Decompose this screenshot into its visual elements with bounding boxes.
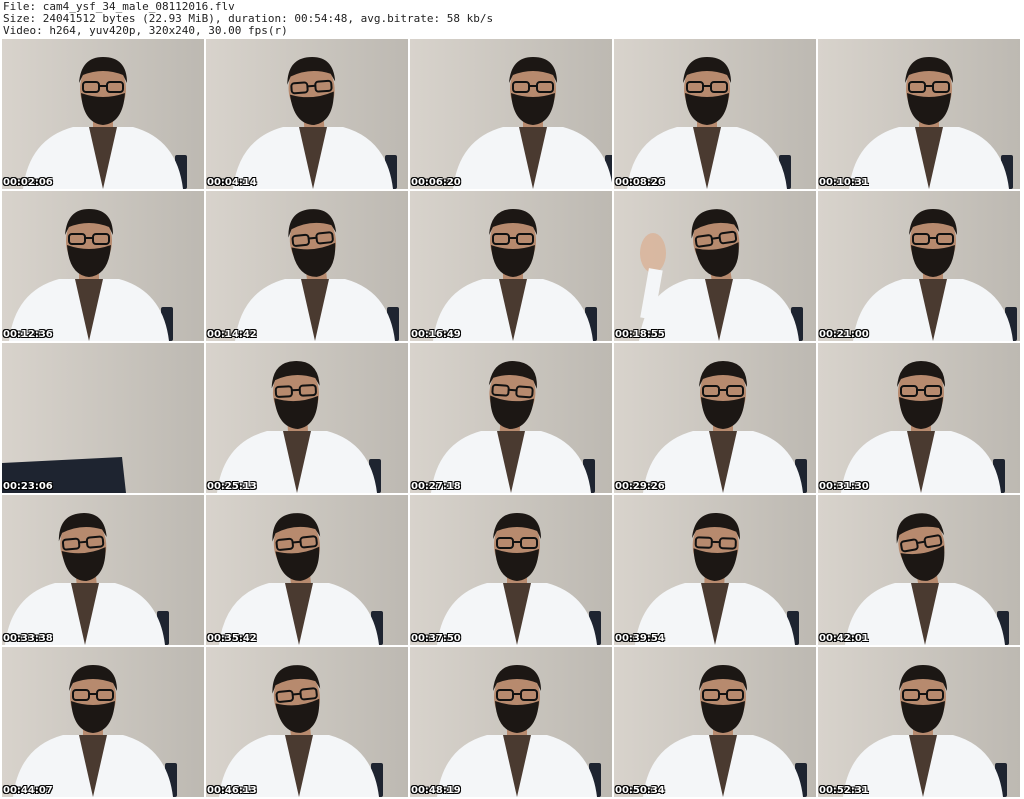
frame-image xyxy=(206,343,408,493)
timestamp-label: 00:21:00 xyxy=(819,329,869,340)
frame-image xyxy=(818,191,1020,341)
thumbnail-grid: 00:02:06 00:04:14 00:06:20 00:08:26 00:10:31… xyxy=(2,39,1024,799)
timestamp-label: 00:44:07 xyxy=(3,785,53,796)
timestamp-label: 00:29:26 xyxy=(615,481,665,492)
thumbnail-frame: 00:12:36 xyxy=(2,191,204,341)
frame-image xyxy=(2,647,204,797)
frame-image xyxy=(818,647,1020,797)
timestamp-label: 00:50:34 xyxy=(615,785,665,796)
frame-image xyxy=(206,647,408,797)
frame-image xyxy=(410,495,612,645)
thumbnail-frame: 00:21:00 xyxy=(818,191,1020,341)
thumbnail-frame: 00:42:01 xyxy=(818,495,1020,645)
timestamp-label: 00:33:38 xyxy=(3,633,53,644)
timestamp-label: 00:04:14 xyxy=(207,177,257,188)
thumbnail-frame: 00:52:31 xyxy=(818,647,1020,797)
frame-image xyxy=(818,495,1020,645)
frame-image xyxy=(614,343,816,493)
thumbnail-frame: 00:10:31 xyxy=(818,39,1020,189)
timestamp-label: 00:37:50 xyxy=(411,633,461,644)
frame-image xyxy=(614,39,816,189)
thumbnail-frame: 00:02:06 xyxy=(2,39,204,189)
thumbnail-frame: 00:14:42 xyxy=(206,191,408,341)
frame-image xyxy=(614,495,816,645)
frame-image xyxy=(206,495,408,645)
thumbnail-frame: 00:18:55 xyxy=(614,191,816,341)
thumbnail-frame: 00:39:54 xyxy=(614,495,816,645)
thumbnail-frame: 00:25:13 xyxy=(206,343,408,493)
timestamp-label: 00:48:19 xyxy=(411,785,461,796)
timestamp-label: 00:10:31 xyxy=(819,177,869,188)
thumbnail-frame: 00:50:34 xyxy=(614,647,816,797)
timestamp-label: 00:25:13 xyxy=(207,481,257,492)
timestamp-label: 00:16:49 xyxy=(411,329,461,340)
thumbnail-frame: 00:46:13 xyxy=(206,647,408,797)
frame-image xyxy=(410,191,612,341)
frame-image xyxy=(410,343,612,493)
frame-image xyxy=(2,39,204,189)
timestamp-label: 00:35:42 xyxy=(207,633,257,644)
thumbnail-frame: 00:44:07 xyxy=(2,647,204,797)
thumbnail-frame: 00:31:30 xyxy=(818,343,1020,493)
file-info-header: File: cam4_ysf_34_male_08112016.flv Size… xyxy=(0,0,1024,38)
timestamp-label: 00:39:54 xyxy=(615,633,665,644)
thumbnail-frame: 00:33:38 xyxy=(2,495,204,645)
timestamp-label: 00:14:42 xyxy=(207,329,257,340)
frame-image xyxy=(818,39,1020,189)
timestamp-label: 00:31:30 xyxy=(819,481,869,492)
thumbnail-frame: 00:08:26 xyxy=(614,39,816,189)
frame-image xyxy=(410,647,612,797)
frame-image xyxy=(206,191,408,341)
timestamp-label: 00:02:06 xyxy=(3,177,53,188)
timestamp-label: 00:12:36 xyxy=(3,329,53,340)
thumbnail-frame: 00:48:19 xyxy=(410,647,612,797)
timestamp-label: 00:42:01 xyxy=(819,633,869,644)
frame-image xyxy=(818,343,1020,493)
timestamp-label: 00:06:20 xyxy=(411,177,461,188)
timestamp-label: 00:46:13 xyxy=(207,785,257,796)
video-info-line: Video: h264, yuv420p, 320x240, 30.00 fps… xyxy=(3,24,288,37)
frame-image xyxy=(614,647,816,797)
timestamp-label: 00:27:18 xyxy=(411,481,461,492)
thumbnail-frame: 00:29:26 xyxy=(614,343,816,493)
timestamp-label: 00:52:31 xyxy=(819,785,869,796)
thumbnail-frame: 00:35:42 xyxy=(206,495,408,645)
thumbnail-frame: 00:16:49 xyxy=(410,191,612,341)
frame-image xyxy=(410,39,612,189)
frame-image xyxy=(2,191,204,341)
timestamp-label: 00:23:06 xyxy=(3,481,53,492)
timestamp-label: 00:08:26 xyxy=(615,177,665,188)
thumbnail-frame: 00:27:18 xyxy=(410,343,612,493)
timestamp-label: 00:18:55 xyxy=(615,329,665,340)
frame-image xyxy=(206,39,408,189)
thumbnail-frame: 00:23:06 xyxy=(2,343,204,493)
frame-image xyxy=(2,343,204,493)
thumbnail-frame: 00:06:20 xyxy=(410,39,612,189)
thumbnail-frame: 00:04:14 xyxy=(206,39,408,189)
frame-image xyxy=(614,191,816,341)
frame-image xyxy=(2,495,204,645)
thumbnail-frame: 00:37:50 xyxy=(410,495,612,645)
